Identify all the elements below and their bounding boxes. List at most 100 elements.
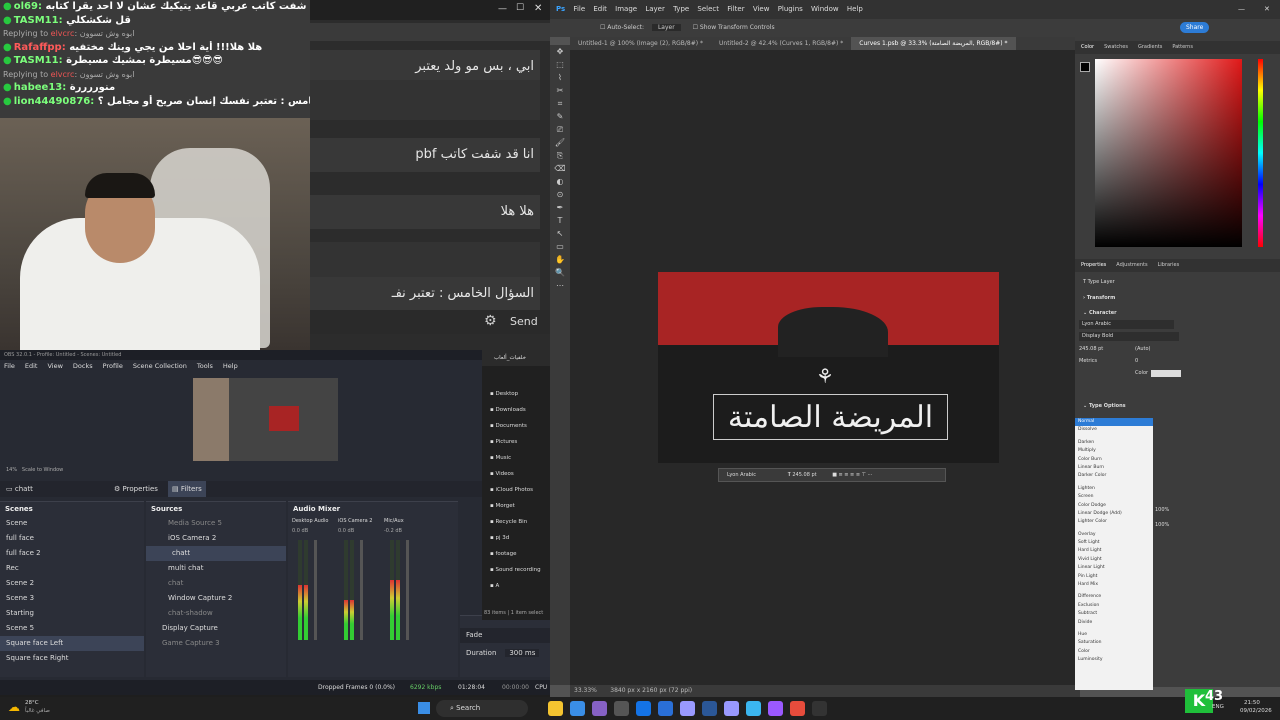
blend-mode-option[interactable]: Linear Light: [1075, 564, 1153, 572]
menu-scene-collection[interactable]: Scene Collection: [133, 362, 187, 370]
blend-mode-option[interactable]: Linear Dodge (Add): [1075, 510, 1153, 518]
ps-menu-view[interactable]: View: [753, 5, 770, 13]
ps-menu-plugins[interactable]: Plugins: [778, 5, 803, 13]
send-button[interactable]: Send: [510, 315, 538, 328]
taskbar-app-icon[interactable]: [614, 701, 629, 716]
blend-mode-option[interactable]: Lighten: [1075, 485, 1153, 493]
ps-tool-icon[interactable]: ✂: [550, 84, 570, 97]
explorer-sidebar-item[interactable]: ▪ Documents: [482, 418, 550, 434]
ps-menu-window[interactable]: Window: [811, 5, 839, 13]
leading-field[interactable]: (Auto): [1135, 346, 1151, 352]
settings-gear-icon[interactable]: ⚙: [484, 313, 497, 329]
minimize-icon[interactable]: —: [498, 4, 507, 14]
scene-item[interactable]: Scene 5: [0, 621, 144, 636]
clock-date[interactable]: 09/02/2026: [1240, 708, 1272, 714]
explorer-sidebar-item[interactable]: ▪ Pictures: [482, 434, 550, 450]
blend-mode-option[interactable]: Color Dodge: [1075, 502, 1153, 510]
taskbar-app-icon[interactable]: [548, 701, 563, 716]
ps-tool-icon[interactable]: 🖌: [550, 136, 570, 149]
source-item[interactable]: chat: [146, 576, 286, 591]
fill-field[interactable]: 100%: [1155, 522, 1169, 528]
blend-mode-option[interactable]: Color: [1075, 648, 1153, 656]
doc-tab[interactable]: Untitled-2 @ 42.4% (Curves 1, RGB/8#) *: [711, 37, 851, 50]
scene-item[interactable]: Square face Right: [0, 651, 144, 666]
scene-item[interactable]: Rec: [0, 561, 144, 576]
blend-mode-dropdown[interactable]: Normal Dissolve Darken Multiply Color Burn Li…: [1075, 418, 1153, 690]
ps-tool-icon[interactable]: ↖: [550, 227, 570, 240]
ps-tool-icon[interactable]: ✋: [550, 253, 570, 266]
taskbar-app-icon[interactable]: [768, 701, 783, 716]
ps-tool-icon[interactable]: ⋯: [550, 279, 570, 292]
ps-tool-icon[interactable]: ⌫: [550, 162, 570, 175]
source-item[interactable]: iOS Camera 2: [146, 531, 286, 546]
taskbar-app-icon[interactable]: [592, 701, 607, 716]
blend-mode-option[interactable]: Screen: [1075, 493, 1153, 501]
search-box[interactable]: ⌕ Search: [436, 700, 528, 717]
align-buttons[interactable]: ■ ≡ ≡ ≡ ≡ ⊤ ⋯: [832, 472, 872, 478]
ps-tool-icon[interactable]: ⌇: [550, 71, 570, 84]
foreground-color-swatch[interactable]: [1080, 62, 1090, 72]
clock-time[interactable]: 21:50: [1244, 700, 1260, 706]
source-item[interactable]: Media Source 5: [146, 516, 286, 531]
blend-mode-option[interactable]: Vivid Light: [1075, 556, 1153, 564]
taskbar-app-icon[interactable]: [724, 701, 739, 716]
menu-profile[interactable]: Profile: [103, 362, 123, 370]
properties-button[interactable]: ⚙ Properties: [114, 481, 158, 497]
transition-select[interactable]: Fade: [460, 628, 550, 643]
color-picker-field[interactable]: [1095, 59, 1242, 247]
taskbar-app-icon[interactable]: [636, 701, 651, 716]
explorer-sidebar-item[interactable]: ▪ footage: [482, 546, 550, 562]
scene-item-selected[interactable]: Square face Left: [0, 636, 144, 651]
source-item[interactable]: multi chat: [146, 561, 286, 576]
explorer-sidebar-item[interactable]: ▪ iCloud Photos: [482, 482, 550, 498]
ps-menu-help[interactable]: Help: [847, 5, 863, 13]
blend-mode-option[interactable]: Hard Light: [1075, 547, 1153, 555]
blend-mode-option[interactable]: Soft Light: [1075, 539, 1153, 547]
ps-tool-icon[interactable]: ◐: [550, 175, 570, 188]
kerning-field[interactable]: Metrics: [1079, 358, 1097, 364]
character-section[interactable]: ⌄ Character: [1083, 310, 1117, 316]
scene-item[interactable]: Starting: [0, 606, 144, 621]
maximize-icon[interactable]: ☐: [516, 3, 524, 13]
filters-button[interactable]: ▤ Filters: [168, 481, 206, 497]
source-item[interactable]: Display Capture: [146, 621, 286, 636]
blend-mode-option[interactable]: Saturation: [1075, 639, 1153, 647]
menu-help[interactable]: Help: [223, 362, 238, 370]
ps-tool-icon[interactable]: T: [550, 214, 570, 227]
font-select[interactable]: Lyon Arabic: [727, 472, 756, 478]
blend-mode-option[interactable]: Subtract: [1075, 610, 1153, 618]
blend-mode-option[interactable]: Color Burn: [1075, 456, 1153, 464]
tab-color[interactable]: Color: [1081, 44, 1094, 50]
taskbar-app-icon[interactable]: [570, 701, 585, 716]
blend-mode-option[interactable]: Linear Burn: [1075, 464, 1153, 472]
ps-menu-layer[interactable]: Layer: [645, 5, 665, 13]
auto-select-checkbox[interactable]: ☐ Auto-Select:: [600, 24, 644, 31]
blend-mode-option[interactable]: Luminosity: [1075, 656, 1153, 664]
close-icon[interactable]: ✕: [1264, 0, 1270, 19]
blend-mode-option[interactable]: Lighter Color: [1075, 518, 1153, 526]
blend-mode-option[interactable]: Overlay: [1075, 531, 1153, 539]
close-icon[interactable]: ✕: [534, 3, 542, 14]
ps-tool-icon[interactable]: ⊙: [550, 188, 570, 201]
windows-start-icon[interactable]: [418, 702, 430, 714]
font-size-input[interactable]: 𝐓 245.08 pt: [788, 472, 817, 478]
blend-mode-option[interactable]: Hue: [1075, 631, 1153, 639]
source-item[interactable]: chat-shadow: [146, 606, 286, 621]
source-item[interactable]: Game Capture 3: [146, 636, 286, 651]
menu-tools[interactable]: Tools: [197, 362, 213, 370]
tab-libraries[interactable]: Libraries: [1158, 262, 1180, 268]
taskbar-app-icon[interactable]: [680, 701, 695, 716]
ps-tool-icon[interactable]: ✎: [550, 110, 570, 123]
taskbar-app-icon[interactable]: [702, 701, 717, 716]
tab-swatches[interactable]: Swatches: [1104, 44, 1128, 50]
ps-tool-icon[interactable]: ⬚: [550, 58, 570, 71]
auto-select-target[interactable]: Layer: [651, 24, 681, 31]
explorer-sidebar-item[interactable]: ▪ pj 3d: [482, 530, 550, 546]
blend-mode-option[interactable]: Multiply: [1075, 447, 1153, 455]
chat-input-bar[interactable]: ⚙ Send: [310, 310, 550, 334]
type-options-section[interactable]: ⌄ Type Options: [1083, 403, 1126, 409]
explorer-sidebar-item[interactable]: ▪ A: [482, 578, 550, 594]
explorer-sidebar-item[interactable]: ▪ Recycle Bin: [482, 514, 550, 530]
minimize-icon[interactable]: —: [1238, 0, 1245, 19]
ps-tool-icon[interactable]: ✒: [550, 201, 570, 214]
